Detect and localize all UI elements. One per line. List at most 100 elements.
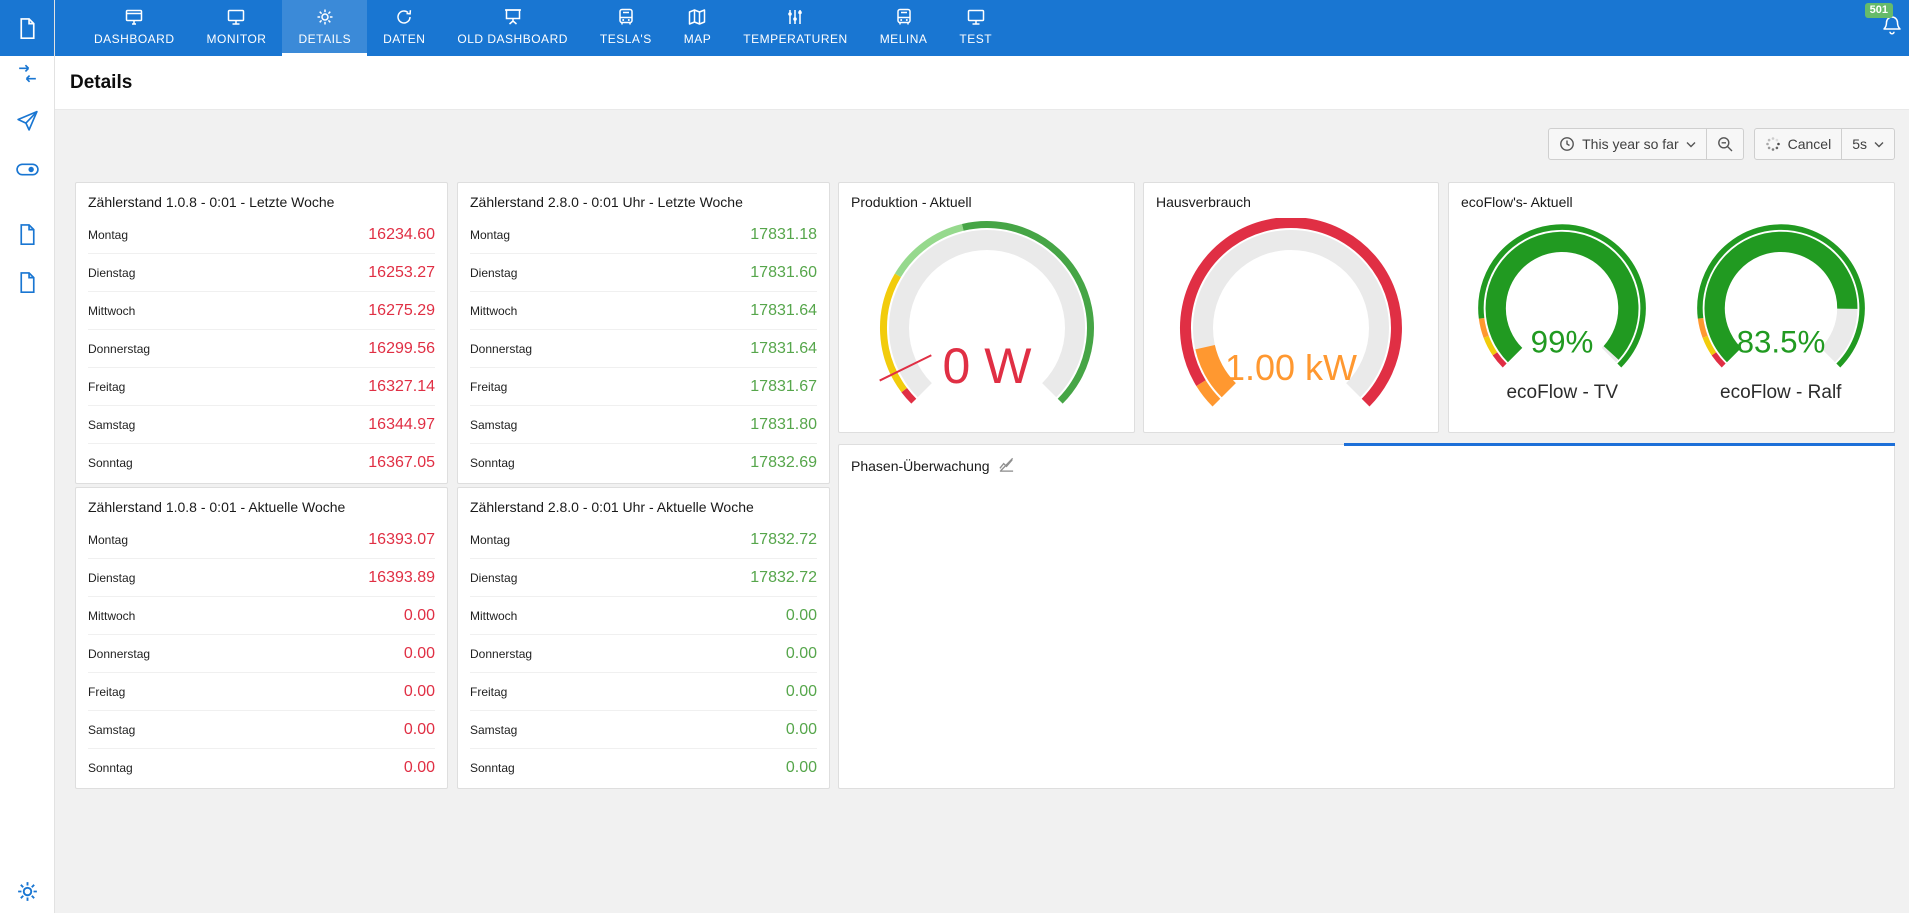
table-row: Donnerstag 0.00 [470, 635, 817, 673]
day-label: Freitag [470, 684, 508, 699]
time-range-label: This year so far [1582, 136, 1679, 152]
sidebar-item-workflow[interactable] [0, 58, 54, 88]
day-value: 17831.80 [750, 415, 817, 433]
tab-old-dashboard[interactable]: OLD DASHBOARD [441, 0, 584, 56]
dashboard-content: This year so far Cancel 5s Zählerstand 1… [54, 110, 1909, 913]
day-label: Sonntag [88, 455, 133, 470]
day-value: 17831.64 [750, 339, 817, 357]
gauge-chart: 1.00 kW [1179, 218, 1402, 407]
panel-title[interactable]: Zählerstand 1.0.8 - 0:01 - Aktuelle Woch… [76, 488, 447, 521]
map-icon [687, 7, 707, 27]
day-value: 17832.69 [750, 453, 817, 471]
table-row: Montag 17831.18 [470, 216, 817, 254]
tab-daten[interactable]: DATEN [367, 0, 441, 56]
tab-test[interactable]: TEST [943, 0, 1008, 56]
workflow-icon [15, 61, 40, 86]
tab-label: TESLA'S [599, 32, 652, 46]
panel-title[interactable]: Hausverbrauch [1144, 183, 1438, 216]
spinner-icon [1765, 136, 1781, 152]
day-label: Dienstag [88, 265, 136, 280]
day-value: 16327.14 [368, 377, 435, 395]
panel-title-text: Phasen-Überwachung [851, 458, 990, 474]
chevron-down-icon [1874, 140, 1884, 149]
table-row: Dienstag 16253.27 [88, 254, 435, 292]
topbar: DASHBOARD MONITOR DETAILS DATEN OLD DASH… [54, 0, 1909, 56]
time-range-picker[interactable]: This year so far [1548, 128, 1707, 160]
tab-teslas[interactable]: TESLA'S [584, 0, 668, 56]
table-row: Donnerstag 17831.64 [470, 330, 817, 368]
day-value: 17831.64 [750, 301, 817, 319]
tab-monitor[interactable]: MONITOR [191, 0, 283, 56]
tab-details[interactable]: DETAILS [282, 0, 368, 56]
day-value: 17832.72 [750, 568, 817, 586]
notification-count-badge: 501 [1864, 3, 1893, 18]
table-row: Dienstag 17832.72 [470, 559, 817, 597]
table-row: Freitag 16327.14 [88, 368, 435, 406]
file-icon [15, 222, 40, 247]
table-row: Samstag 17831.80 [470, 406, 817, 444]
panel-title[interactable]: Zählerstand 1.0.8 - 0:01 - Letzte Woche [76, 183, 447, 216]
table-row: Freitag 0.00 [88, 673, 435, 711]
refresh-controls: Cancel 5s [1753, 128, 1895, 160]
day-label: Dienstag [470, 570, 518, 585]
day-label: Samstag [88, 417, 136, 432]
zoom-out-button[interactable] [1706, 128, 1744, 160]
table-row: Samstag 0.00 [88, 711, 435, 749]
tab-label: DATEN [383, 32, 426, 46]
tab-map[interactable]: MAP [668, 0, 728, 56]
day-label: Donnerstag [88, 646, 151, 661]
panel-zaehlerstand-108-aktuelle-woche: Zählerstand 1.0.8 - 0:01 - Aktuelle Woch… [75, 487, 448, 789]
panel-title[interactable]: Produktion - Aktuell [839, 183, 1134, 216]
panel-hausverbrauch: Hausverbrauch 1.00 kW [1143, 182, 1439, 433]
table-row: Montag 17832.72 [470, 521, 817, 559]
page-header: Details [54, 56, 1909, 110]
sliders-icon [785, 7, 805, 27]
table-row: Mittwoch 0.00 [470, 597, 817, 635]
day-value: 16367.05 [368, 453, 435, 471]
day-label: Sonntag [470, 760, 515, 775]
sidebar-item-toggle[interactable] [0, 154, 54, 184]
tab-melina[interactable]: MELINA [864, 0, 944, 56]
table-row: Sonntag 0.00 [88, 749, 435, 786]
day-label: Donnerstag [88, 341, 151, 356]
panel-zaehlerstand-280-aktuelle-woche: Zählerstand 2.8.0 - 0:01 Uhr - Aktuelle … [457, 487, 830, 789]
gauge-label: ecoFlow - Ralf [1720, 382, 1842, 403]
sidebar-item-doc-1[interactable] [0, 219, 54, 249]
day-label: Mittwoch [88, 303, 136, 318]
panel-focus-line [1344, 443, 1895, 446]
table-row: Dienstag 17831.60 [470, 254, 817, 292]
tab-temperaturen[interactable]: TEMPERATUREN [727, 0, 863, 56]
panel-phasen-ueberwachung: Phasen-Überwachung [838, 444, 1895, 789]
panel-title[interactable]: Zählerstand 2.8.0 - 0:01 Uhr - Aktuelle … [458, 488, 829, 521]
sidebar-item-send[interactable] [0, 105, 54, 135]
day-value: 0.00 [785, 682, 817, 700]
panel-title[interactable]: ecoFlow's- Aktuell [1449, 183, 1894, 216]
panel-title[interactable]: Zählerstand 2.8.0 - 0:01 Uhr - Letzte Wo… [458, 183, 829, 216]
day-label: Sonntag [470, 455, 515, 470]
main-nav: DASHBOARD MONITOR DETAILS DATEN OLD DASH… [78, 0, 1909, 56]
screen-icon [503, 7, 523, 27]
day-value: 17831.18 [750, 225, 817, 243]
day-label: Montag [470, 227, 511, 242]
zoom-out-icon [1717, 136, 1733, 152]
day-value: 0.00 [403, 606, 435, 624]
sidebar-item-doc-2[interactable] [0, 267, 54, 297]
day-label: Mittwoch [470, 608, 518, 623]
refresh-interval-dropdown[interactable]: 5s [1842, 128, 1895, 160]
gauge-chart: 0 W [878, 221, 1094, 404]
dashboard-icon [124, 7, 144, 27]
file-icon [15, 270, 40, 295]
chart-slash-icon [998, 456, 1015, 476]
svg-text:99%: 99% [1531, 324, 1594, 359]
table-row: Dienstag 16393.89 [88, 559, 435, 597]
day-label: Samstag [470, 417, 518, 432]
refresh-interval-label: 5s [1852, 136, 1867, 152]
tab-dashboard[interactable]: DASHBOARD [78, 0, 191, 56]
sidebar-item-files-active[interactable] [0, 0, 54, 56]
refresh-cancel-button[interactable]: Cancel [1753, 128, 1843, 160]
sidebar-settings-button[interactable] [0, 876, 54, 906]
table-row: Freitag 0.00 [470, 673, 817, 711]
panel-title[interactable]: Phasen-Überwachung [839, 445, 1894, 482]
ecoflow-tv-gauge: 99% ecoFlow - TV [1458, 216, 1666, 404]
table-row: Mittwoch 16275.29 [88, 292, 435, 330]
